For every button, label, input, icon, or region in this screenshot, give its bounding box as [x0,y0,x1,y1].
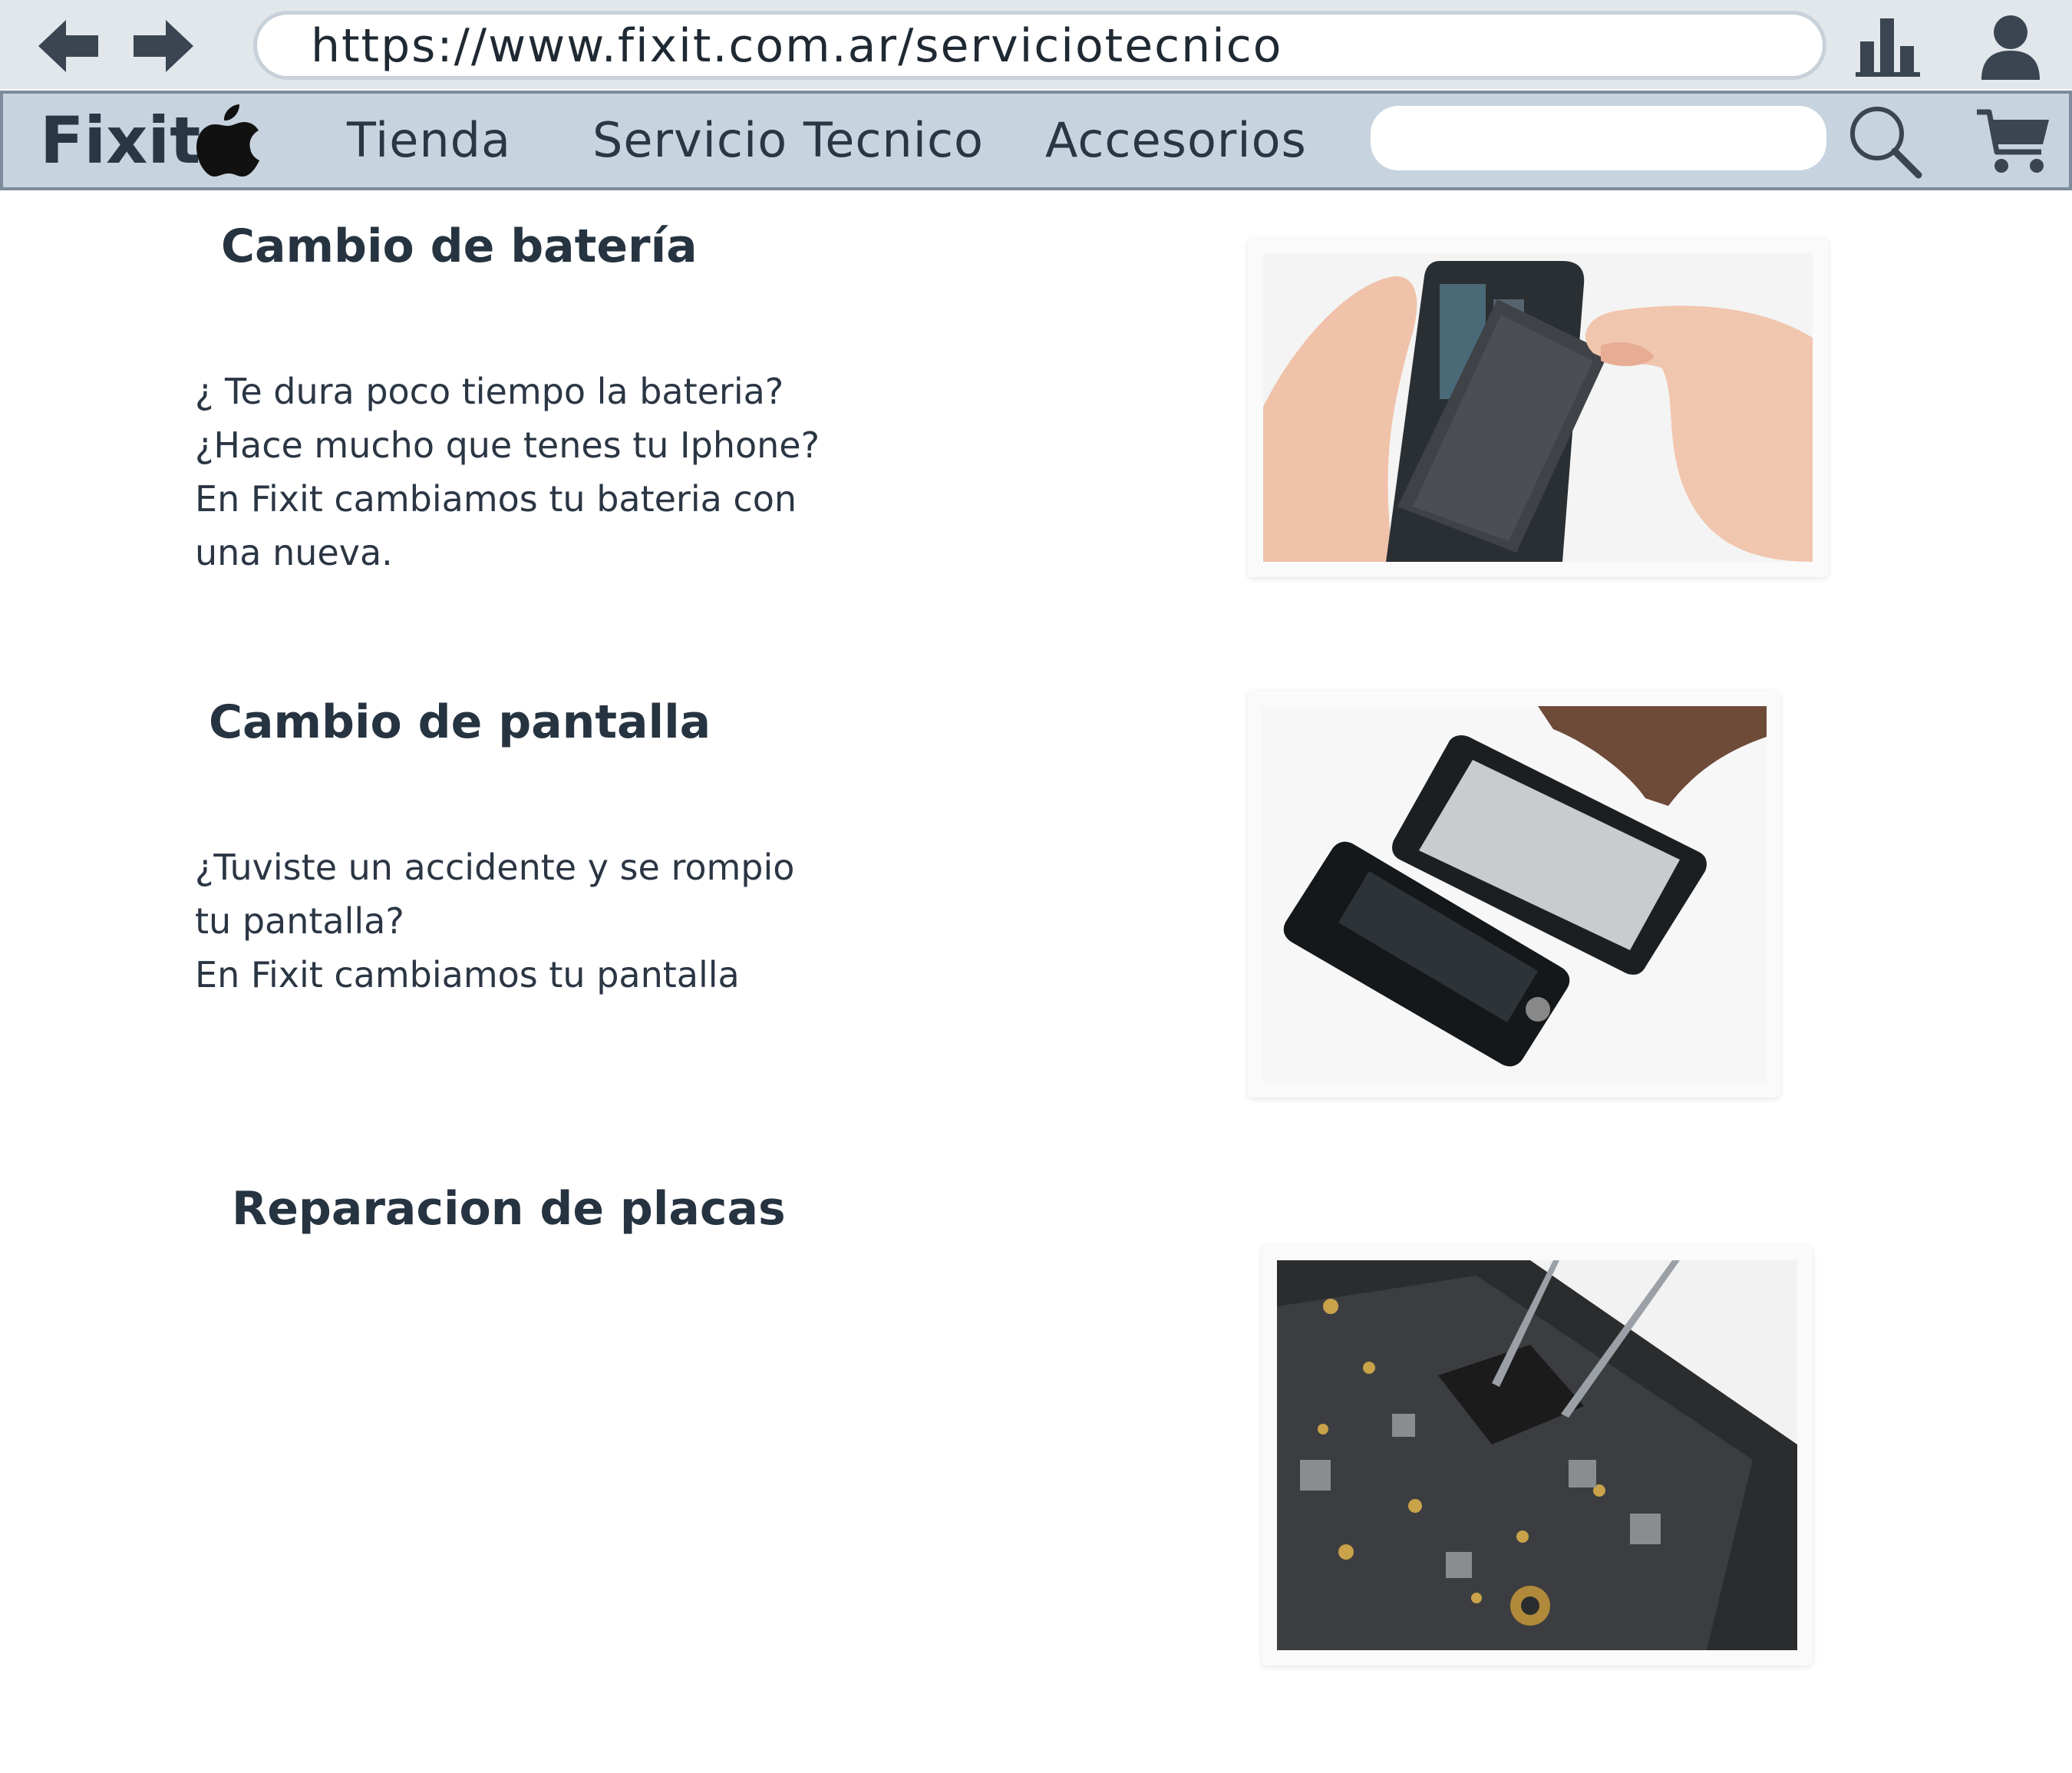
service-description-pantalla: ¿Tuviste un accidente y se rompio tu pan… [195,840,886,1002]
service-title-placas: Reparacion de placas [232,1182,786,1236]
battery-replacement-photo [1248,238,1828,577]
back-arrow-icon[interactable] [35,14,104,78]
board-repair-photo [1262,1245,1813,1666]
site-logo[interactable]: Fixit [40,94,200,187]
description-line: una nueva. [195,532,393,573]
description-line: En Fixit cambiamos tu bateria con [195,478,797,520]
service-title-bateria: Cambio de batería [221,220,698,273]
search-icon[interactable] [1845,101,1926,183]
apple-icon [195,101,261,178]
screen-replacement-photo [1248,691,1780,1098]
browser-chrome: https://www.fixit.com.ar/serviciotecnico [0,0,2072,89]
nav-link-servicio-tecnico[interactable]: Servicio Tecnico [592,94,984,187]
description-line: En Fixit cambiamos tu pantalla [195,954,740,995]
service-description-bateria: ¿ Te dura poco tiempo la bateria? ¿Hace … [195,365,886,579]
description-line: ¿Hace mucho que tenes tu Iphone? [195,424,820,466]
search-input[interactable] [1371,106,1826,170]
site-navbar: Fixit Tienda Servicio Tecnico Accesorios [0,91,2072,190]
description-line: ¿Tuviste un accidente y se rompio [195,847,795,888]
url-bar[interactable]: https://www.fixit.com.ar/serviciotecnico [253,11,1826,80]
description-line: tu pantalla? [195,900,404,942]
description-line: ¿ Te dura poco tiempo la bateria? [195,371,784,412]
nav-link-tienda[interactable]: Tienda [347,94,511,187]
user-icon[interactable] [1972,11,2049,80]
nav-link-accesorios[interactable]: Accesorios [1045,94,1307,187]
url-text: https://www.fixit.com.ar/serviciotecnico [311,19,1283,73]
cart-icon[interactable] [1974,101,2055,183]
service-title-pantalla: Cambio de pantalla [209,695,711,749]
forward-arrow-icon[interactable] [127,14,196,78]
bar-chart-icon[interactable] [1849,11,1926,80]
